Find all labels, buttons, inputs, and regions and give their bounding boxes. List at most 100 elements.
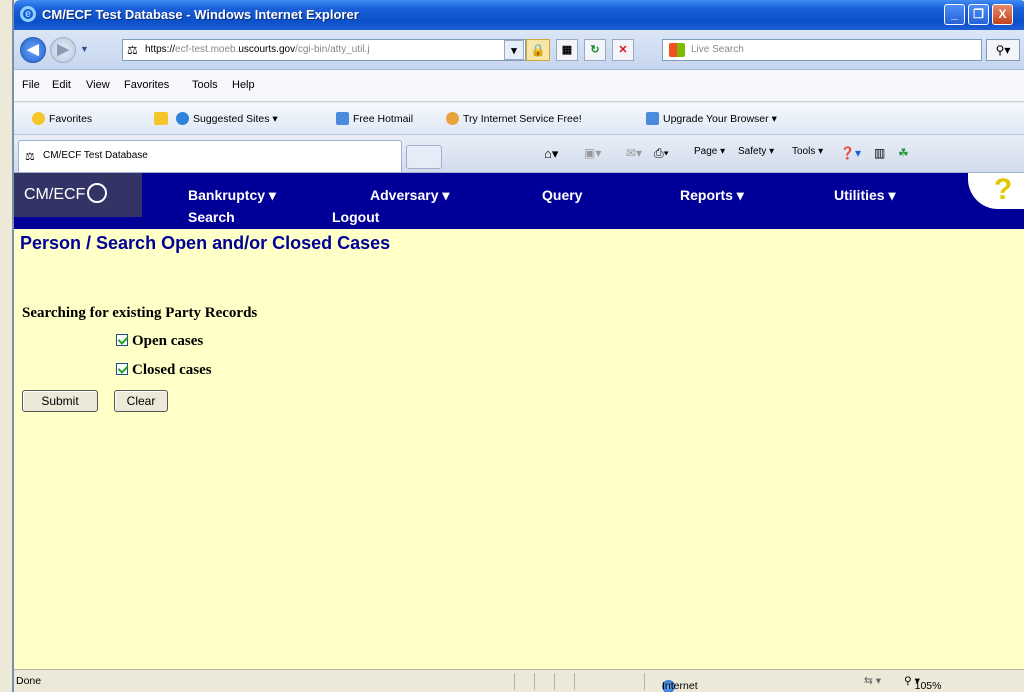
clear-button[interactable]: Clear (114, 390, 168, 412)
menu-edit[interactable]: Edit (52, 79, 71, 91)
page-menu[interactable]: Page ▾ (694, 146, 725, 157)
address-bar[interactable]: ⚖ https://ecf-test.moeb.uscourts.gov/cgi… (122, 39, 526, 61)
status-divider (534, 673, 535, 690)
new-tab-button[interactable] (406, 145, 442, 169)
favorites-button[interactable]: Favorites (32, 112, 92, 125)
messenger-icon[interactable]: ☘ (898, 146, 909, 160)
add-favorite-icon[interactable] (154, 112, 168, 125)
cmecf-header: CM/ECF Bankruptcy ▾ Adversary ▾ Query Re… (14, 173, 1024, 229)
page-title: Person / Search Open and/or Closed Cases (20, 233, 391, 253)
favorites-label: Favorites (49, 113, 93, 125)
research-icon[interactable]: ▥ (874, 146, 885, 160)
status-divider (554, 673, 555, 690)
open-cases-label: Open cases (132, 333, 204, 349)
favorites-bar: Favorites Suggested Sites ▾ Free Hotmail… (14, 103, 1024, 135)
status-text: Done (16, 675, 42, 687)
maximize-button[interactable]: ❐ (968, 4, 989, 25)
open-cases-checkbox[interactable] (116, 334, 128, 346)
title-bar: e CM/ECF Test Database - Windows Interne… (14, 0, 1024, 30)
msn-butterfly-icon (446, 112, 459, 125)
fav-suggested-sites-label: Suggested Sites ▾ (193, 113, 278, 125)
minimize-button[interactable]: _ (944, 4, 965, 25)
closed-cases-option[interactable]: Closed cases (116, 362, 212, 379)
tab-bar: ⚖ CM/ECF Test Database (14, 135, 1024, 173)
forward-button[interactable]: ▶ (50, 37, 76, 63)
back-button[interactable]: ◀ (20, 37, 46, 63)
star-icon (32, 112, 45, 125)
address-row: ◀ ▶ ▼ ⚖ https://ecf-test.moeb.uscourts.g… (14, 30, 1024, 70)
site-favicon-icon: ⚖ (127, 43, 138, 57)
nav-reports[interactable]: Reports ▾ (680, 187, 744, 204)
nav-query[interactable]: Query (542, 187, 582, 203)
ie-logo-icon: e (20, 6, 36, 22)
url-host: uscourts.gov (238, 44, 296, 55)
logo-text: CM/ECF (24, 186, 86, 203)
menu-tools[interactable]: Tools (192, 79, 218, 91)
nav-adversary[interactable]: Adversary ▾ (370, 187, 449, 204)
page-icon (646, 112, 659, 125)
url-prefix: https:// (145, 44, 176, 55)
help-question-icon: ? (994, 173, 1013, 206)
fav-free-hotmail-label: Free Hotmail (353, 113, 414, 125)
status-divider (644, 673, 645, 690)
menu-view[interactable]: View (86, 79, 110, 91)
status-divider (514, 673, 515, 690)
safety-menu[interactable]: Safety ▾ (738, 146, 774, 157)
section-label: Searching for existing Party Records (22, 305, 258, 321)
site-favicon-icon: ⚖ (25, 151, 35, 163)
print-icon[interactable]: ⎙▾ (654, 146, 669, 161)
refresh-icon[interactable]: ↻ (584, 39, 606, 61)
page-icon (336, 112, 349, 125)
tab-cmecf[interactable]: ⚖ CM/ECF Test Database (18, 140, 402, 172)
stop-icon[interactable]: ✕ (612, 39, 634, 61)
tab-label: CM/ECF Test Database (43, 150, 148, 161)
history-dropdown-icon[interactable]: ▼ (80, 44, 89, 54)
tools-menu[interactable]: Tools ▾ (792, 146, 823, 157)
zone-label: Internet (662, 680, 698, 692)
search-icon[interactable]: ⚲▾ (986, 39, 1020, 61)
fav-free-hotmail[interactable]: Free Hotmail (336, 112, 413, 125)
status-divider (574, 673, 575, 690)
url-path: /cgi-bin/atty_util.j (295, 44, 370, 55)
close-button[interactable]: X (992, 4, 1013, 25)
nav-search[interactable]: Search (188, 209, 235, 225)
menu-favorites[interactable]: Favorites (124, 79, 169, 91)
closed-cases-checkbox[interactable] (116, 363, 128, 375)
ie-icon (176, 112, 189, 125)
live-search-logo-icon (669, 43, 685, 57)
nav-bankruptcy[interactable]: Bankruptcy ▾ (188, 187, 276, 204)
open-cases-option[interactable]: Open cases (116, 333, 203, 350)
menu-bar: File Edit View Favorites Tools Help (14, 70, 1024, 102)
home-icon[interactable]: ⌂▾ (544, 146, 558, 162)
url-prehost: ecf-test.moeb. (175, 44, 239, 55)
fav-upgrade-browser[interactable]: Upgrade Your Browser ▾ (646, 112, 777, 125)
nav-logout[interactable]: Logout (332, 209, 379, 225)
compatibility-view-icon[interactable]: ▦ (556, 39, 578, 61)
fav-try-internet[interactable]: Try Internet Service Free! (446, 112, 582, 125)
cmecf-logo[interactable]: CM/ECF (14, 173, 142, 217)
page-content: CM/ECF Bankruptcy ▾ Adversary ▾ Query Re… (14, 173, 1024, 669)
browser-window: e CM/ECF Test Database - Windows Interne… (12, 0, 1024, 692)
menu-help[interactable]: Help (232, 79, 255, 91)
help-icon[interactable]: ❓▾ (840, 146, 861, 160)
zoom-level: 105% (914, 680, 942, 692)
fav-try-internet-label: Try Internet Service Free! (463, 113, 582, 125)
nav-utilities[interactable]: Utilities ▾ (834, 187, 895, 204)
closed-cases-label: Closed cases (132, 362, 212, 378)
mail-icon[interactable]: ✉▾ (626, 146, 642, 160)
window-title: CM/ECF Test Database - Windows Internet … (42, 7, 359, 22)
zoom-control[interactable]: ⚲ 105% ▾ (904, 675, 941, 692)
seal-icon (87, 183, 108, 203)
menu-file[interactable]: File (22, 79, 40, 91)
submit-button[interactable]: Submit (22, 390, 98, 412)
search-input[interactable]: Live Search (662, 39, 982, 61)
address-dropdown-icon[interactable]: ▾ (504, 40, 524, 60)
fav-upgrade-browser-label: Upgrade Your Browser ▾ (663, 113, 777, 125)
protected-mode-icon[interactable]: ⇆ ▾ (864, 675, 881, 687)
feeds-icon[interactable]: ▣▾ (584, 146, 601, 160)
fav-suggested-sites[interactable]: Suggested Sites ▾ (176, 112, 278, 125)
lock-icon[interactable]: 🔒 (526, 39, 550, 61)
help-button[interactable]: ? (968, 173, 1024, 209)
search-placeholder: Live Search (691, 44, 744, 55)
status-bar: Done Internet ⇆ ▾ ⚲ 105% ▾ (14, 669, 1024, 692)
